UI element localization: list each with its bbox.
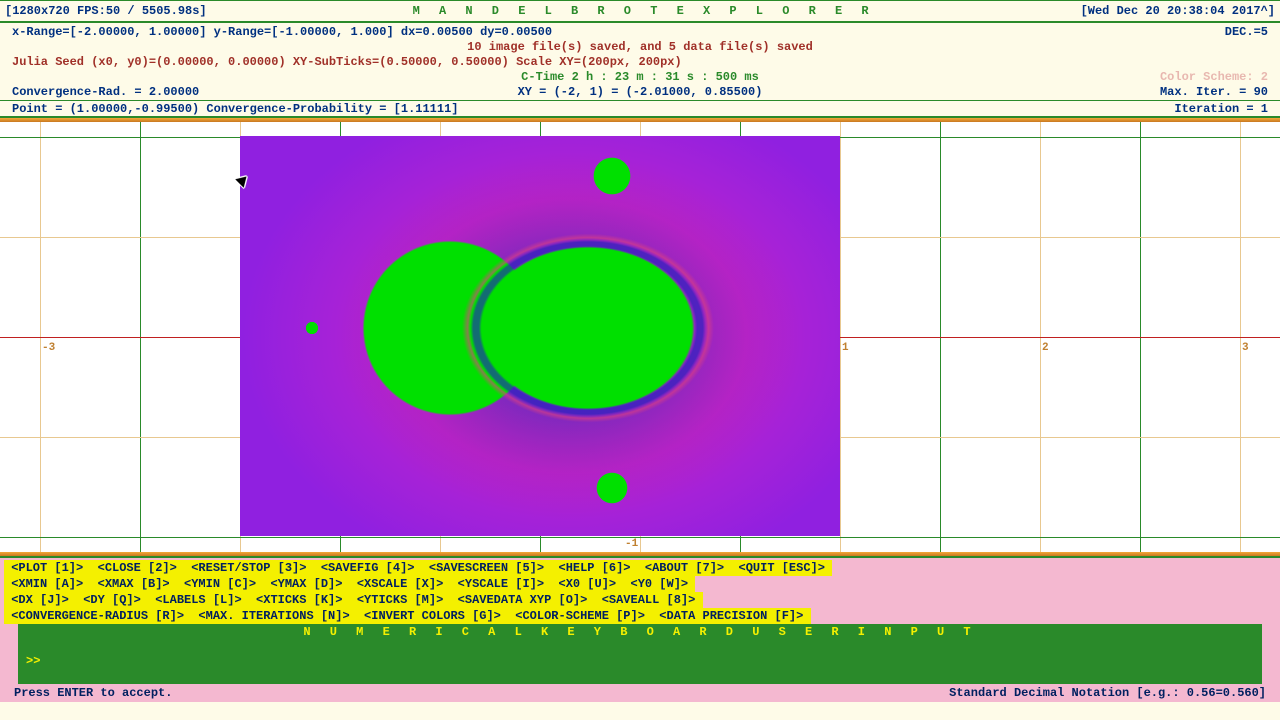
compute-time: C-Time 2 h : 23 m : 31 s : 500 ms <box>521 70 759 84</box>
command-panel: <PLOT [1]> <CLOSE [2]> <RESET/STOP [3]> … <box>0 556 1280 702</box>
grid-label: 1 <box>842 342 849 354</box>
datetime: [Wed Dec 20 20:38:04 2017^] <box>1081 4 1275 18</box>
point-info: Point = (1.00000,-0.99500) Convergence-P… <box>12 102 458 116</box>
info-panel: x-Range=[-2.00000, 1.00000] y-Range=[-1.… <box>0 22 1280 118</box>
max-iterations: Max. Iter. = 90 <box>1160 85 1268 99</box>
cmd-row-2[interactable]: <XMIN [A]> <XMAX [B]> <YMIN [C]> <YMAX [… <box>4 576 695 592</box>
mandelbrot-render <box>240 136 840 536</box>
grid-label: 2 <box>1042 342 1049 354</box>
footer-hint-right: Standard Decimal Notation [e.g.: 0.56=0.… <box>949 686 1266 700</box>
color-scheme: Color Scheme: 2 <box>1160 70 1268 84</box>
decimal-precision: DEC.=5 <box>1225 25 1268 39</box>
xy-coords: XY = (-2, 1) = (-2.01000, 0.85500) <box>518 85 763 99</box>
input-prompt: >> <box>26 654 40 668</box>
saved-status: 10 image file(s) saved, and 5 data file(… <box>467 40 813 54</box>
julia-seed: Julia Seed (x0, y0)=(0.00000, 0.00000) X… <box>12 55 682 69</box>
fractal-canvas[interactable]: -3 1 2 3 -1 <box>0 122 1280 552</box>
cmd-row-4[interactable]: <CONVERGENCE-RADIUS [R]> <MAX. ITERATION… <box>4 608 811 624</box>
cmd-row-3[interactable]: <DX [J]> <DY [Q]> <LABELS [L]> <XTICKS [… <box>4 592 703 608</box>
convergence-radius: Convergence-Rad. = 2.00000 <box>12 85 199 99</box>
grid-label: -3 <box>42 342 55 354</box>
resolution-fps: [1280x720 FPS:50 / 5505.98s] <box>5 4 207 18</box>
grid-label: -1 <box>625 538 638 550</box>
input-header: N U M E R I C A L K E Y B O A R D U S E … <box>18 624 1262 640</box>
app-title: M A N D E L B R O T E X P L O R E R <box>413 4 875 18</box>
numeric-input[interactable]: >> <box>18 640 1262 684</box>
title-bar: [1280x720 FPS:50 / 5505.98s] M A N D E L… <box>0 0 1280 22</box>
grid-label: 3 <box>1242 342 1249 354</box>
cmd-row-1[interactable]: <PLOT [1]> <CLOSE [2]> <RESET/STOP [3]> … <box>4 560 832 576</box>
iteration-count: Iteration = 1 <box>1174 102 1268 116</box>
footer-hint-left: Press ENTER to accept. <box>14 686 172 700</box>
footer-bar: Press ENTER to accept. Standard Decimal … <box>4 684 1276 702</box>
range-info: x-Range=[-2.00000, 1.00000] y-Range=[-1.… <box>12 25 552 39</box>
